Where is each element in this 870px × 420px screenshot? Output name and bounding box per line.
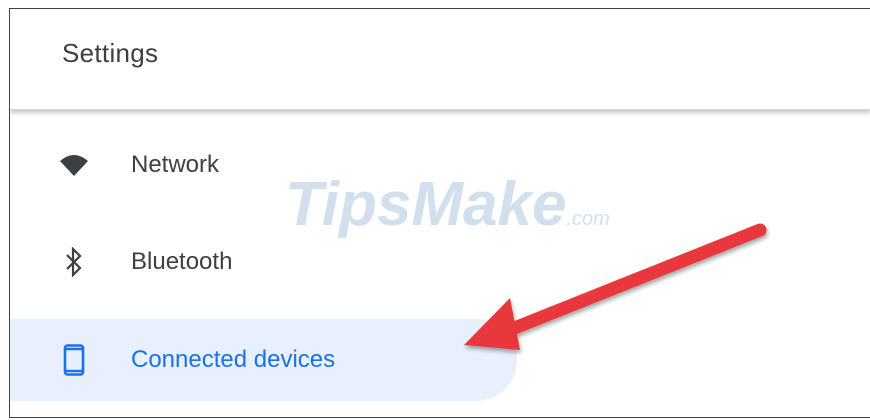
watermark-suffix: .com — [566, 208, 609, 230]
settings-header: Settings — [10, 9, 870, 110]
sidebar-item-connected-devices[interactable]: Connected devices — [10, 319, 517, 401]
sidebar-item-label: Bluetooth — [131, 248, 233, 275]
watermark-brand: TipsMake — [285, 170, 566, 239]
tipsmake-watermark: TipsMake.com — [285, 170, 610, 239]
wifi-icon — [58, 149, 90, 181]
bluetooth-icon — [58, 246, 90, 278]
sidebar-item-label: Connected devices — [131, 346, 336, 373]
sidebar-item-label: Network — [131, 151, 220, 178]
svg-text:TipsMake.com: TipsMake.com — [285, 170, 610, 239]
page-title: Settings — [62, 38, 159, 68]
phone-icon — [58, 344, 90, 376]
